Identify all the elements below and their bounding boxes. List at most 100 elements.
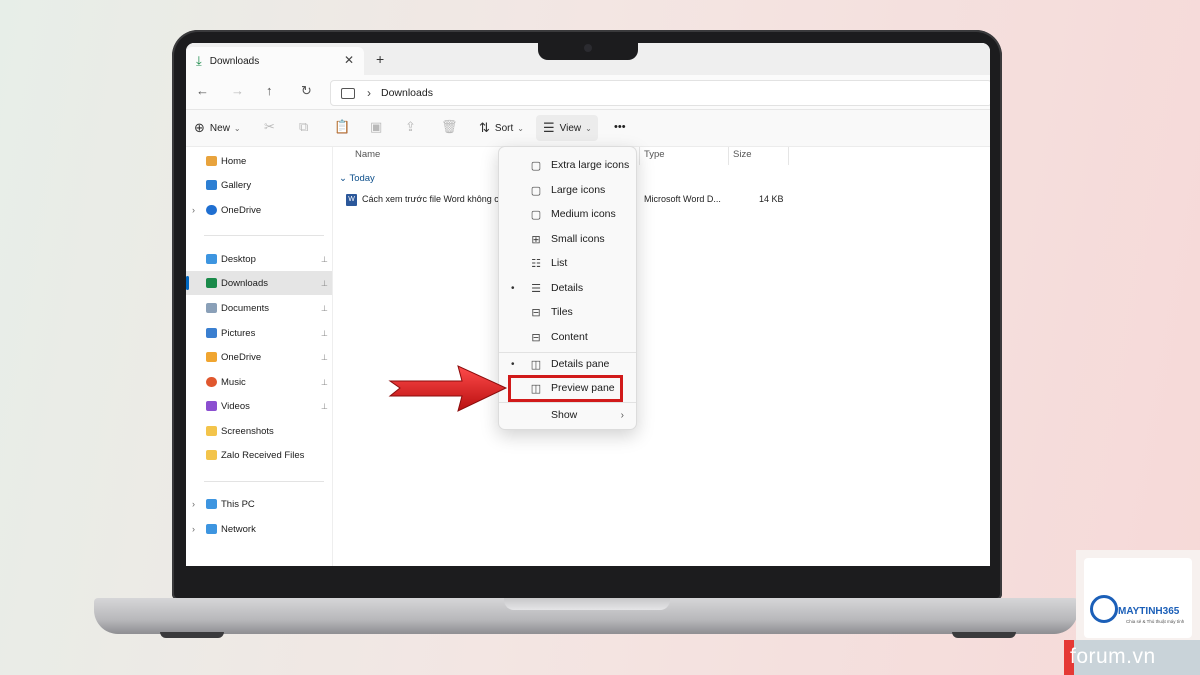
file-size: 14 KB bbox=[759, 194, 784, 204]
tiles-icon: ⊟ bbox=[531, 306, 541, 319]
file-type: Microsoft Word D... bbox=[644, 194, 721, 204]
new-button[interactable]: ⊕ New ⌄ bbox=[194, 120, 241, 136]
breadcrumb-separator: › bbox=[367, 86, 371, 100]
breadcrumb-downloads[interactable]: Downloads bbox=[381, 87, 433, 99]
expand-icon[interactable]: › bbox=[192, 499, 195, 509]
menu-item-list[interactable]: ☷ List bbox=[499, 251, 636, 275]
submenu-arrow-icon: › bbox=[620, 409, 624, 421]
sidebar-item-screenshots[interactable]: Screenshots bbox=[186, 419, 332, 443]
close-tab-icon[interactable]: ✕ bbox=[344, 53, 354, 67]
brand-tagline: Chia sẻ & Thủ thuật máy tính bbox=[1126, 619, 1185, 624]
sidebar-item-zalo-received-files[interactable]: Zalo Received Files bbox=[186, 443, 332, 467]
cut-icon[interactable]: ✂ bbox=[264, 119, 275, 135]
menu-item-small-icons[interactable]: ⊞ Small icons bbox=[499, 227, 636, 251]
up-button[interactable]: ↑ bbox=[266, 83, 273, 98]
sidebar-item-desktop[interactable]: Desktop ⊥ bbox=[186, 247, 332, 271]
chevron-down-icon: ⌄ bbox=[233, 123, 241, 133]
back-button[interactable]: ← bbox=[196, 83, 209, 98]
laptop-foot bbox=[952, 632, 1016, 638]
column-header-name[interactable]: Name bbox=[355, 149, 380, 160]
expand-icon[interactable]: › bbox=[192, 205, 195, 215]
column-header-type[interactable]: Type bbox=[644, 149, 665, 160]
tab-downloads[interactable]: ⤓ Downloads ✕ bbox=[186, 47, 364, 75]
view-label: View bbox=[559, 122, 582, 134]
pin-icon: ⊥ bbox=[321, 278, 328, 288]
monitor-icon bbox=[341, 87, 355, 99]
expand-icon[interactable]: › bbox=[192, 524, 195, 534]
sidebar-item-videos[interactable]: Videos ⊥ bbox=[186, 394, 332, 418]
file-row[interactable]: W Cách xem trước file Word không cà Micr… bbox=[333, 191, 990, 209]
paste-icon[interactable]: 📋 bbox=[334, 119, 350, 135]
file-name: Cách xem trước file Word không cà bbox=[362, 194, 502, 204]
copy-icon[interactable]: ⧉ bbox=[299, 119, 308, 135]
column-separator[interactable] bbox=[728, 147, 729, 165]
pin-icon: ⊥ bbox=[321, 303, 328, 313]
folder-icon bbox=[206, 450, 217, 460]
sidebar-item-pictures[interactable]: Pictures ⊥ bbox=[186, 321, 332, 345]
sidebar-item-music[interactable]: Music ⊥ bbox=[186, 370, 332, 394]
pin-icon: ⊥ bbox=[321, 328, 328, 338]
sidebar-item-downloads[interactable]: Downloads ⊥ bbox=[186, 271, 332, 295]
menu-item-content[interactable]: ⊟ Content bbox=[499, 325, 636, 349]
menu-item-tiles[interactable]: ⊟ Tiles bbox=[499, 300, 636, 324]
onedrive-icon bbox=[206, 205, 217, 215]
camera-notch bbox=[538, 38, 638, 60]
details-pane-icon: ◫ bbox=[530, 358, 542, 371]
view-list-icon: ☰ bbox=[543, 120, 555, 135]
medium-icons-icon: ▢ bbox=[530, 208, 542, 221]
sort-button[interactable]: ⇅ Sort ⌄ bbox=[479, 120, 524, 136]
new-tab-button[interactable]: + bbox=[376, 51, 384, 67]
small-icons-icon: ⊞ bbox=[531, 233, 541, 246]
rename-icon[interactable]: ▣ bbox=[370, 119, 382, 135]
music-icon bbox=[206, 377, 217, 387]
column-separator[interactable] bbox=[788, 147, 789, 165]
sort-icon: ⇅ bbox=[479, 120, 490, 135]
share-icon[interactable]: ⇪ bbox=[405, 119, 416, 135]
onedrive-folder-icon bbox=[206, 352, 217, 362]
address-bar[interactable]: › Downloads bbox=[330, 80, 990, 106]
pictures-icon bbox=[206, 328, 217, 338]
file-list: Name Type Size ⌄ Today W Cách xem trước … bbox=[333, 147, 990, 566]
content-icon: ⊟ bbox=[531, 331, 541, 344]
column-separator[interactable] bbox=[639, 147, 640, 165]
pin-icon: ⊥ bbox=[321, 377, 328, 387]
menu-item-large-icons[interactable]: ▢ Large icons bbox=[499, 178, 636, 202]
pin-icon: ⊥ bbox=[321, 352, 328, 362]
sidebar-item-gallery[interactable]: Gallery bbox=[186, 173, 332, 197]
view-button[interactable]: ☰ View ⌄ bbox=[543, 120, 592, 136]
menu-item-details-pane[interactable]: • ◫ Details pane bbox=[499, 352, 636, 376]
menu-item-details[interactable]: • ☰ Details bbox=[499, 276, 636, 300]
column-header-size[interactable]: Size bbox=[733, 149, 751, 160]
list-icon: ☷ bbox=[531, 257, 541, 270]
sidebar-item-network[interactable]: › Network bbox=[186, 517, 332, 541]
details-icon: ☰ bbox=[531, 282, 541, 295]
word-document-icon: W bbox=[346, 194, 357, 206]
videos-icon bbox=[206, 401, 217, 411]
navigation-bar: ← → ↑ ↻ › Downloads bbox=[186, 75, 990, 110]
menu-item-medium-icons[interactable]: ▢ Medium icons bbox=[499, 202, 636, 226]
pc-icon bbox=[206, 499, 217, 509]
sidebar-item-this-pc[interactable]: › This PC bbox=[186, 492, 332, 516]
extra-large-icons-icon: ▢ bbox=[530, 159, 542, 172]
plus-circle-icon: ⊕ bbox=[194, 120, 205, 135]
group-header-today[interactable]: ⌄ Today bbox=[339, 173, 375, 184]
download-icon bbox=[206, 278, 217, 288]
sidebar-item-home[interactable]: Home bbox=[186, 149, 332, 173]
download-icon: ⤓ bbox=[196, 53, 202, 68]
sidebar-divider bbox=[204, 481, 324, 482]
gallery-icon bbox=[206, 180, 217, 190]
large-icons-icon: ▢ bbox=[530, 184, 542, 197]
sidebar-item-onedrive-pinned[interactable]: OneDrive ⊥ bbox=[186, 345, 332, 369]
group-label: Today bbox=[349, 173, 375, 184]
sidebar-item-onedrive[interactable]: › OneDrive bbox=[186, 198, 332, 222]
delete-icon[interactable]: 🗑 bbox=[441, 119, 458, 135]
menu-item-show[interactable]: Show › bbox=[499, 403, 636, 427]
laptop-foot bbox=[160, 632, 224, 638]
menu-item-extra-large-icons[interactable]: ▢ Extra large icons bbox=[499, 153, 636, 177]
more-options-button[interactable]: ••• bbox=[614, 121, 626, 133]
network-icon bbox=[206, 524, 217, 534]
sidebar-item-documents[interactable]: Documents ⊥ bbox=[186, 296, 332, 320]
preview-pane-highlight bbox=[508, 375, 623, 402]
refresh-button[interactable]: ↻ bbox=[301, 83, 312, 99]
forward-button[interactable]: → bbox=[231, 83, 244, 98]
